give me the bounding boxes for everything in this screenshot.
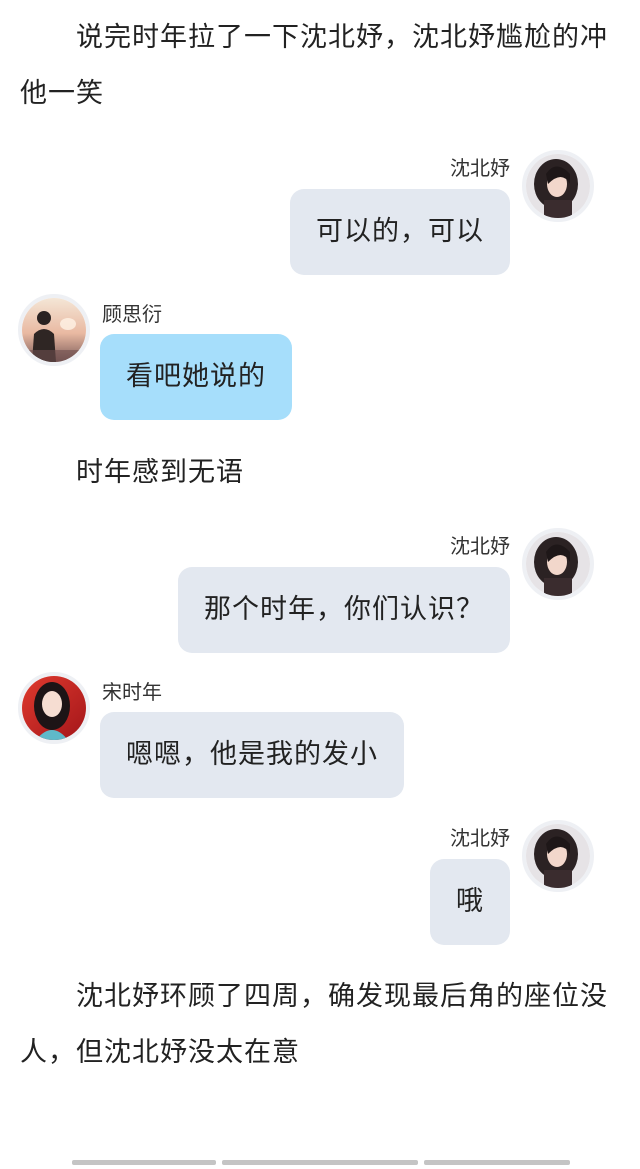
dark-hair-girl-avatar[interactable] [522, 820, 594, 892]
sender-name: 沈北妤 [450, 156, 510, 180]
message-bubble: 可以的，可以 [290, 189, 510, 275]
dark-hair-girl-avatar[interactable] [522, 528, 594, 600]
sender-name: 宋时年 [102, 680, 162, 704]
narration-paragraph-2: 时年感到无语 [76, 457, 244, 488]
scroll-indicator-segment[interactable] [72, 1160, 216, 1165]
message-bubble: 那个时年，你们认识？ [178, 567, 510, 653]
message-bubble: 哦 [430, 859, 510, 945]
dark-hair-girl-avatar[interactable] [522, 150, 594, 222]
sender-name: 顾思衍 [102, 302, 162, 326]
scroll-indicator-segment[interactable] [222, 1160, 418, 1165]
message-bubble: 看吧她说的 [100, 334, 292, 420]
red-background-girl-avatar[interactable] [18, 672, 90, 744]
sender-name: 沈北妤 [450, 534, 510, 558]
sender-name: 沈北妤 [450, 826, 510, 850]
silhouette-sunset-avatar[interactable] [18, 294, 90, 366]
message-bubble: 嗯嗯，他是我的发小 [100, 712, 404, 798]
narration-paragraph-1: 说完时年拉了一下沈北妤，沈北妤尴尬的冲他一笑 [20, 22, 608, 109]
scroll-indicator-segment[interactable] [424, 1160, 570, 1165]
narration-paragraph-3: 沈北妤环顾了四周，确发现最后角的座位没人，但沈北妤没太在意 [20, 981, 608, 1068]
